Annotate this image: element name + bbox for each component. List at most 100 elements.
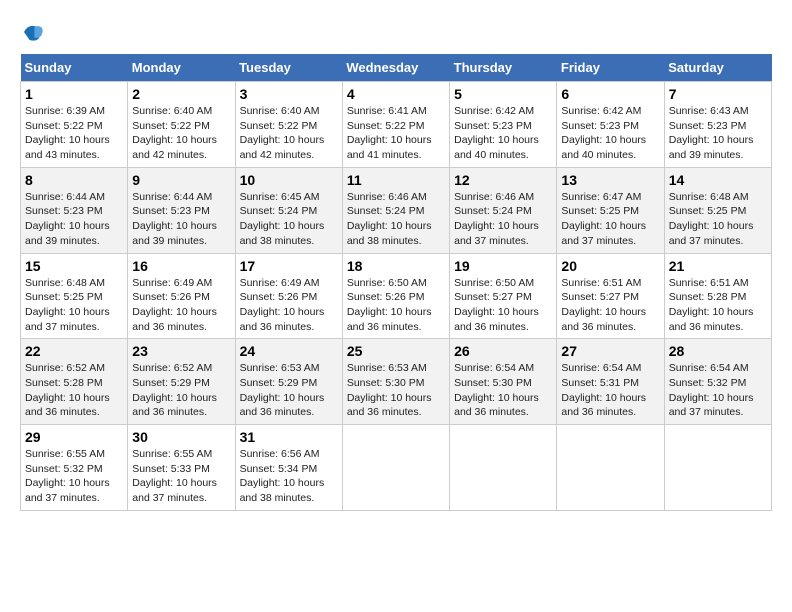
day-number: 13 — [561, 172, 659, 188]
day-info: Sunrise: 6:49 AMSunset: 5:26 PMDaylight:… — [132, 276, 230, 335]
calendar-week-row: 1 Sunrise: 6:39 AMSunset: 5:22 PMDayligh… — [21, 82, 772, 168]
day-number: 22 — [25, 343, 123, 359]
header-day: Tuesday — [235, 54, 342, 82]
calendar-cell: 19 Sunrise: 6:50 AMSunset: 5:27 PMDaylig… — [450, 253, 557, 339]
header-day: Saturday — [664, 54, 771, 82]
calendar-cell — [664, 425, 771, 511]
day-info: Sunrise: 6:54 AMSunset: 5:31 PMDaylight:… — [561, 361, 659, 420]
day-info: Sunrise: 6:46 AMSunset: 5:24 PMDaylight:… — [454, 190, 552, 249]
day-number: 9 — [132, 172, 230, 188]
calendar-cell: 18 Sunrise: 6:50 AMSunset: 5:26 PMDaylig… — [342, 253, 449, 339]
calendar-cell: 30 Sunrise: 6:55 AMSunset: 5:33 PMDaylig… — [128, 425, 235, 511]
day-info: Sunrise: 6:50 AMSunset: 5:27 PMDaylight:… — [454, 276, 552, 335]
calendar-cell: 3 Sunrise: 6:40 AMSunset: 5:22 PMDayligh… — [235, 82, 342, 168]
day-number: 14 — [669, 172, 767, 188]
day-number: 11 — [347, 172, 445, 188]
calendar-cell: 23 Sunrise: 6:52 AMSunset: 5:29 PMDaylig… — [128, 339, 235, 425]
day-number: 23 — [132, 343, 230, 359]
calendar-cell: 20 Sunrise: 6:51 AMSunset: 5:27 PMDaylig… — [557, 253, 664, 339]
calendar-cell: 27 Sunrise: 6:54 AMSunset: 5:31 PMDaylig… — [557, 339, 664, 425]
logo-icon — [20, 20, 44, 44]
day-info: Sunrise: 6:40 AMSunset: 5:22 PMDaylight:… — [240, 104, 338, 163]
calendar-cell: 22 Sunrise: 6:52 AMSunset: 5:28 PMDaylig… — [21, 339, 128, 425]
day-number: 19 — [454, 258, 552, 274]
day-number: 21 — [669, 258, 767, 274]
calendar-cell: 7 Sunrise: 6:43 AMSunset: 5:23 PMDayligh… — [664, 82, 771, 168]
day-number: 18 — [347, 258, 445, 274]
day-info: Sunrise: 6:53 AMSunset: 5:30 PMDaylight:… — [347, 361, 445, 420]
calendar-cell: 15 Sunrise: 6:48 AMSunset: 5:25 PMDaylig… — [21, 253, 128, 339]
day-number: 31 — [240, 429, 338, 445]
calendar-cell: 13 Sunrise: 6:47 AMSunset: 5:25 PMDaylig… — [557, 167, 664, 253]
logo — [20, 20, 48, 44]
day-number: 3 — [240, 86, 338, 102]
calendar-cell: 1 Sunrise: 6:39 AMSunset: 5:22 PMDayligh… — [21, 82, 128, 168]
day-number: 10 — [240, 172, 338, 188]
header-day: Monday — [128, 54, 235, 82]
calendar-cell: 2 Sunrise: 6:40 AMSunset: 5:22 PMDayligh… — [128, 82, 235, 168]
day-info: Sunrise: 6:46 AMSunset: 5:24 PMDaylight:… — [347, 190, 445, 249]
calendar-week-row: 15 Sunrise: 6:48 AMSunset: 5:25 PMDaylig… — [21, 253, 772, 339]
calendar-cell: 24 Sunrise: 6:53 AMSunset: 5:29 PMDaylig… — [235, 339, 342, 425]
day-info: Sunrise: 6:56 AMSunset: 5:34 PMDaylight:… — [240, 447, 338, 506]
day-number: 2 — [132, 86, 230, 102]
calendar-week-row: 8 Sunrise: 6:44 AMSunset: 5:23 PMDayligh… — [21, 167, 772, 253]
header-day: Sunday — [21, 54, 128, 82]
calendar-table: SundayMondayTuesdayWednesdayThursdayFrid… — [20, 54, 772, 511]
day-info: Sunrise: 6:52 AMSunset: 5:28 PMDaylight:… — [25, 361, 123, 420]
calendar-cell: 21 Sunrise: 6:51 AMSunset: 5:28 PMDaylig… — [664, 253, 771, 339]
day-info: Sunrise: 6:44 AMSunset: 5:23 PMDaylight:… — [132, 190, 230, 249]
calendar-week-row: 29 Sunrise: 6:55 AMSunset: 5:32 PMDaylig… — [21, 425, 772, 511]
calendar-cell: 29 Sunrise: 6:55 AMSunset: 5:32 PMDaylig… — [21, 425, 128, 511]
header-row: SundayMondayTuesdayWednesdayThursdayFrid… — [21, 54, 772, 82]
calendar-cell: 16 Sunrise: 6:49 AMSunset: 5:26 PMDaylig… — [128, 253, 235, 339]
day-number: 27 — [561, 343, 659, 359]
calendar-cell — [450, 425, 557, 511]
calendar-cell: 14 Sunrise: 6:48 AMSunset: 5:25 PMDaylig… — [664, 167, 771, 253]
day-info: Sunrise: 6:39 AMSunset: 5:22 PMDaylight:… — [25, 104, 123, 163]
day-number: 26 — [454, 343, 552, 359]
calendar-cell: 26 Sunrise: 6:54 AMSunset: 5:30 PMDaylig… — [450, 339, 557, 425]
day-number: 24 — [240, 343, 338, 359]
day-number: 30 — [132, 429, 230, 445]
header-day: Thursday — [450, 54, 557, 82]
day-info: Sunrise: 6:49 AMSunset: 5:26 PMDaylight:… — [240, 276, 338, 335]
day-number: 16 — [132, 258, 230, 274]
day-info: Sunrise: 6:47 AMSunset: 5:25 PMDaylight:… — [561, 190, 659, 249]
calendar-cell: 17 Sunrise: 6:49 AMSunset: 5:26 PMDaylig… — [235, 253, 342, 339]
calendar-cell: 5 Sunrise: 6:42 AMSunset: 5:23 PMDayligh… — [450, 82, 557, 168]
calendar-cell: 8 Sunrise: 6:44 AMSunset: 5:23 PMDayligh… — [21, 167, 128, 253]
header-day: Wednesday — [342, 54, 449, 82]
calendar-cell: 10 Sunrise: 6:45 AMSunset: 5:24 PMDaylig… — [235, 167, 342, 253]
day-info: Sunrise: 6:41 AMSunset: 5:22 PMDaylight:… — [347, 104, 445, 163]
day-info: Sunrise: 6:42 AMSunset: 5:23 PMDaylight:… — [454, 104, 552, 163]
day-info: Sunrise: 6:55 AMSunset: 5:32 PMDaylight:… — [25, 447, 123, 506]
header — [20, 20, 772, 44]
day-number: 7 — [669, 86, 767, 102]
day-number: 12 — [454, 172, 552, 188]
day-info: Sunrise: 6:55 AMSunset: 5:33 PMDaylight:… — [132, 447, 230, 506]
calendar-cell: 28 Sunrise: 6:54 AMSunset: 5:32 PMDaylig… — [664, 339, 771, 425]
day-number: 17 — [240, 258, 338, 274]
calendar-cell: 11 Sunrise: 6:46 AMSunset: 5:24 PMDaylig… — [342, 167, 449, 253]
day-number: 4 — [347, 86, 445, 102]
day-number: 25 — [347, 343, 445, 359]
day-info: Sunrise: 6:40 AMSunset: 5:22 PMDaylight:… — [132, 104, 230, 163]
day-info: Sunrise: 6:44 AMSunset: 5:23 PMDaylight:… — [25, 190, 123, 249]
day-number: 6 — [561, 86, 659, 102]
day-info: Sunrise: 6:48 AMSunset: 5:25 PMDaylight:… — [669, 190, 767, 249]
day-info: Sunrise: 6:51 AMSunset: 5:27 PMDaylight:… — [561, 276, 659, 335]
calendar-cell: 12 Sunrise: 6:46 AMSunset: 5:24 PMDaylig… — [450, 167, 557, 253]
day-info: Sunrise: 6:45 AMSunset: 5:24 PMDaylight:… — [240, 190, 338, 249]
calendar-cell: 25 Sunrise: 6:53 AMSunset: 5:30 PMDaylig… — [342, 339, 449, 425]
day-info: Sunrise: 6:54 AMSunset: 5:30 PMDaylight:… — [454, 361, 552, 420]
day-number: 15 — [25, 258, 123, 274]
day-info: Sunrise: 6:43 AMSunset: 5:23 PMDaylight:… — [669, 104, 767, 163]
day-info: Sunrise: 6:54 AMSunset: 5:32 PMDaylight:… — [669, 361, 767, 420]
day-info: Sunrise: 6:52 AMSunset: 5:29 PMDaylight:… — [132, 361, 230, 420]
day-info: Sunrise: 6:53 AMSunset: 5:29 PMDaylight:… — [240, 361, 338, 420]
calendar-cell: 4 Sunrise: 6:41 AMSunset: 5:22 PMDayligh… — [342, 82, 449, 168]
day-number: 29 — [25, 429, 123, 445]
calendar-cell — [557, 425, 664, 511]
calendar-week-row: 22 Sunrise: 6:52 AMSunset: 5:28 PMDaylig… — [21, 339, 772, 425]
